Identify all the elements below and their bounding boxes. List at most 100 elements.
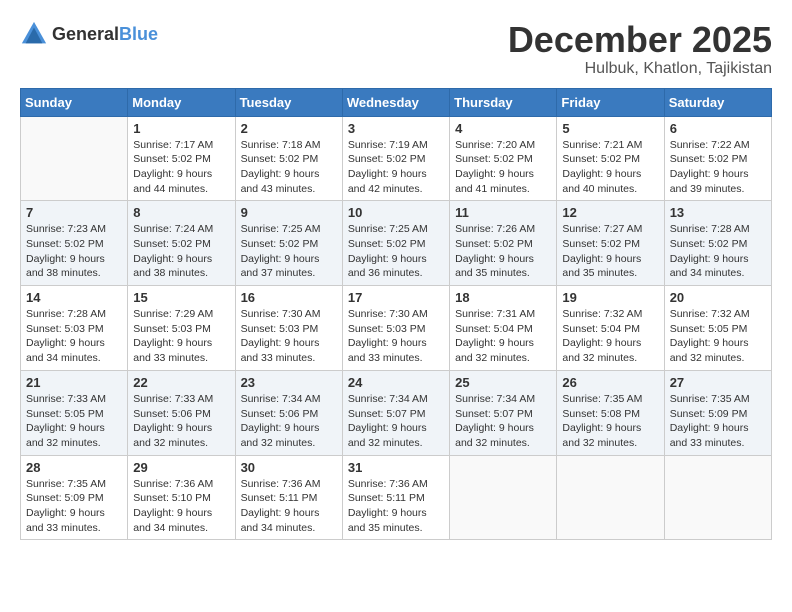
calendar-day-cell: 27 Sunrise: 7:35 AMSunset: 5:09 PMDayligh…: [664, 370, 771, 455]
calendar-day-cell: 2 Sunrise: 7:18 AMSunset: 5:02 PMDaylight…: [235, 116, 342, 201]
day-info: Sunrise: 7:22 AMSunset: 5:02 PMDaylight:…: [670, 138, 766, 197]
calendar-day-cell: 22 Sunrise: 7:33 AMSunset: 5:06 PMDayligh…: [128, 370, 235, 455]
calendar-week-row: 28 Sunrise: 7:35 AMSunset: 5:09 PMDayligh…: [21, 455, 772, 540]
calendar-day-cell: 15 Sunrise: 7:29 AMSunset: 5:03 PMDayligh…: [128, 286, 235, 371]
day-info: Sunrise: 7:31 AMSunset: 5:04 PMDaylight:…: [455, 307, 551, 366]
calendar-day-cell: 11 Sunrise: 7:26 AMSunset: 5:02 PMDayligh…: [450, 201, 557, 286]
calendar-day-cell: 9 Sunrise: 7:25 AMSunset: 5:02 PMDaylight…: [235, 201, 342, 286]
calendar-day-cell: 18 Sunrise: 7:31 AMSunset: 5:04 PMDayligh…: [450, 286, 557, 371]
day-number: 27: [670, 375, 766, 390]
calendar-day-cell: [450, 455, 557, 540]
day-info: Sunrise: 7:25 AMSunset: 5:02 PMDaylight:…: [348, 222, 444, 281]
day-info: Sunrise: 7:35 AMSunset: 5:09 PMDaylight:…: [26, 477, 122, 536]
calendar-day-cell: 12 Sunrise: 7:27 AMSunset: 5:02 PMDayligh…: [557, 201, 664, 286]
day-info: Sunrise: 7:34 AMSunset: 5:07 PMDaylight:…: [348, 392, 444, 451]
day-info: Sunrise: 7:30 AMSunset: 5:03 PMDaylight:…: [348, 307, 444, 366]
calendar-day-cell: [21, 116, 128, 201]
calendar-day-cell: 3 Sunrise: 7:19 AMSunset: 5:02 PMDaylight…: [342, 116, 449, 201]
day-number: 3: [348, 121, 444, 136]
day-info: Sunrise: 7:27 AMSunset: 5:02 PMDaylight:…: [562, 222, 658, 281]
day-info: Sunrise: 7:34 AMSunset: 5:06 PMDaylight:…: [241, 392, 337, 451]
calendar-week-row: 1Sunrise: 7:17 AMSunset: 5:02 PMDaylight…: [21, 116, 772, 201]
day-info: Sunrise: 7:26 AMSunset: 5:02 PMDaylight:…: [455, 222, 551, 281]
day-info: Sunrise: 7:33 AMSunset: 5:06 PMDaylight:…: [133, 392, 229, 451]
calendar-day-cell: 8Sunrise: 7:24 AMSunset: 5:02 PMDaylight…: [128, 201, 235, 286]
logo-text-blue: Blue: [119, 24, 158, 44]
day-info: Sunrise: 7:32 AMSunset: 5:04 PMDaylight:…: [562, 307, 658, 366]
calendar-day-cell: 25Sunrise: 7:34 AMSunset: 5:07 PMDayligh…: [450, 370, 557, 455]
month-title: December 2025: [508, 20, 772, 60]
calendar-day-cell: 28 Sunrise: 7:35 AMSunset: 5:09 PMDayligh…: [21, 455, 128, 540]
day-number: 17: [348, 290, 444, 305]
calendar-day-cell: 16 Sunrise: 7:30 AMSunset: 5:03 PMDayligh…: [235, 286, 342, 371]
day-info: Sunrise: 7:19 AMSunset: 5:02 PMDaylight:…: [348, 138, 444, 197]
day-number: 14: [26, 290, 122, 305]
day-info: Sunrise: 7:23 AMSunset: 5:02 PMDaylight:…: [26, 222, 122, 281]
day-number: 2: [241, 121, 337, 136]
calendar-day-cell: 10Sunrise: 7:25 AMSunset: 5:02 PMDayligh…: [342, 201, 449, 286]
calendar-day-cell: 23Sunrise: 7:34 AMSunset: 5:06 PMDayligh…: [235, 370, 342, 455]
day-number: 7: [26, 205, 122, 220]
day-info: Sunrise: 7:36 AMSunset: 5:11 PMDaylight:…: [348, 477, 444, 536]
day-number: 9: [241, 205, 337, 220]
logo-icon: [20, 20, 48, 48]
calendar-day-cell: 24 Sunrise: 7:34 AMSunset: 5:07 PMDayligh…: [342, 370, 449, 455]
day-info: Sunrise: 7:17 AMSunset: 5:02 PMDaylight:…: [133, 138, 229, 197]
calendar-day-cell: 19 Sunrise: 7:32 AMSunset: 5:04 PMDayligh…: [557, 286, 664, 371]
day-number: 24: [348, 375, 444, 390]
day-number: 22: [133, 375, 229, 390]
day-info: Sunrise: 7:34 AMSunset: 5:07 PMDaylight:…: [455, 392, 551, 451]
day-info: Sunrise: 7:28 AMSunset: 5:02 PMDaylight:…: [670, 222, 766, 281]
calendar-day-cell: 26 Sunrise: 7:35 AMSunset: 5:08 PMDayligh…: [557, 370, 664, 455]
logo-text-general: General: [52, 24, 119, 44]
weekday-header-row: SundayMondayTuesdayWednesdayThursdayFrid…: [21, 88, 772, 116]
weekday-header-tuesday: Tuesday: [235, 88, 342, 116]
day-info: Sunrise: 7:35 AMSunset: 5:08 PMDaylight:…: [562, 392, 658, 451]
day-number: 26: [562, 375, 658, 390]
calendar-day-cell: 4 Sunrise: 7:20 AMSunset: 5:02 PMDaylight…: [450, 116, 557, 201]
day-info: Sunrise: 7:30 AMSunset: 5:03 PMDaylight:…: [241, 307, 337, 366]
day-number: 13: [670, 205, 766, 220]
day-info: Sunrise: 7:35 AMSunset: 5:09 PMDaylight:…: [670, 392, 766, 451]
calendar-week-row: 21 Sunrise: 7:33 AMSunset: 5:05 PMDayligh…: [21, 370, 772, 455]
day-info: Sunrise: 7:33 AMSunset: 5:05 PMDaylight:…: [26, 392, 122, 451]
day-number: 28: [26, 460, 122, 475]
calendar-day-cell: [557, 455, 664, 540]
day-number: 30: [241, 460, 337, 475]
day-number: 19: [562, 290, 658, 305]
calendar-day-cell: 31 Sunrise: 7:36 AMSunset: 5:11 PMDayligh…: [342, 455, 449, 540]
day-number: 16: [241, 290, 337, 305]
page-header: GeneralBlue December 2025 Hulbuk, Khatlo…: [20, 20, 772, 78]
calendar-week-row: 7 Sunrise: 7:23 AMSunset: 5:02 PMDaylight…: [21, 201, 772, 286]
day-info: Sunrise: 7:28 AMSunset: 5:03 PMDaylight:…: [26, 307, 122, 366]
day-info: Sunrise: 7:20 AMSunset: 5:02 PMDaylight:…: [455, 138, 551, 197]
calendar-day-cell: 7 Sunrise: 7:23 AMSunset: 5:02 PMDaylight…: [21, 201, 128, 286]
location-title: Hulbuk, Khatlon, Tajikistan: [508, 60, 772, 78]
weekday-header-monday: Monday: [128, 88, 235, 116]
day-info: Sunrise: 7:32 AMSunset: 5:05 PMDaylight:…: [670, 307, 766, 366]
weekday-header-friday: Friday: [557, 88, 664, 116]
day-info: Sunrise: 7:25 AMSunset: 5:02 PMDaylight:…: [241, 222, 337, 281]
day-number: 5: [562, 121, 658, 136]
day-info: Sunrise: 7:36 AMSunset: 5:11 PMDaylight:…: [241, 477, 337, 536]
day-info: Sunrise: 7:18 AMSunset: 5:02 PMDaylight:…: [241, 138, 337, 197]
calendar-week-row: 14 Sunrise: 7:28 AMSunset: 5:03 PMDayligh…: [21, 286, 772, 371]
day-number: 11: [455, 205, 551, 220]
calendar-day-cell: 1Sunrise: 7:17 AMSunset: 5:02 PMDaylight…: [128, 116, 235, 201]
day-number: 18: [455, 290, 551, 305]
day-number: 6: [670, 121, 766, 136]
calendar-day-cell: 17 Sunrise: 7:30 AMSunset: 5:03 PMDayligh…: [342, 286, 449, 371]
day-number: 21: [26, 375, 122, 390]
day-number: 31: [348, 460, 444, 475]
logo: GeneralBlue: [20, 20, 158, 48]
day-number: 12: [562, 205, 658, 220]
title-section: December 2025 Hulbuk, Khatlon, Tajikista…: [508, 20, 772, 78]
day-number: 15: [133, 290, 229, 305]
day-info: Sunrise: 7:21 AMSunset: 5:02 PMDaylight:…: [562, 138, 658, 197]
day-info: Sunrise: 7:29 AMSunset: 5:03 PMDaylight:…: [133, 307, 229, 366]
day-info: Sunrise: 7:24 AMSunset: 5:02 PMDaylight:…: [133, 222, 229, 281]
day-number: 29: [133, 460, 229, 475]
weekday-header-sunday: Sunday: [21, 88, 128, 116]
day-number: 4: [455, 121, 551, 136]
weekday-header-saturday: Saturday: [664, 88, 771, 116]
